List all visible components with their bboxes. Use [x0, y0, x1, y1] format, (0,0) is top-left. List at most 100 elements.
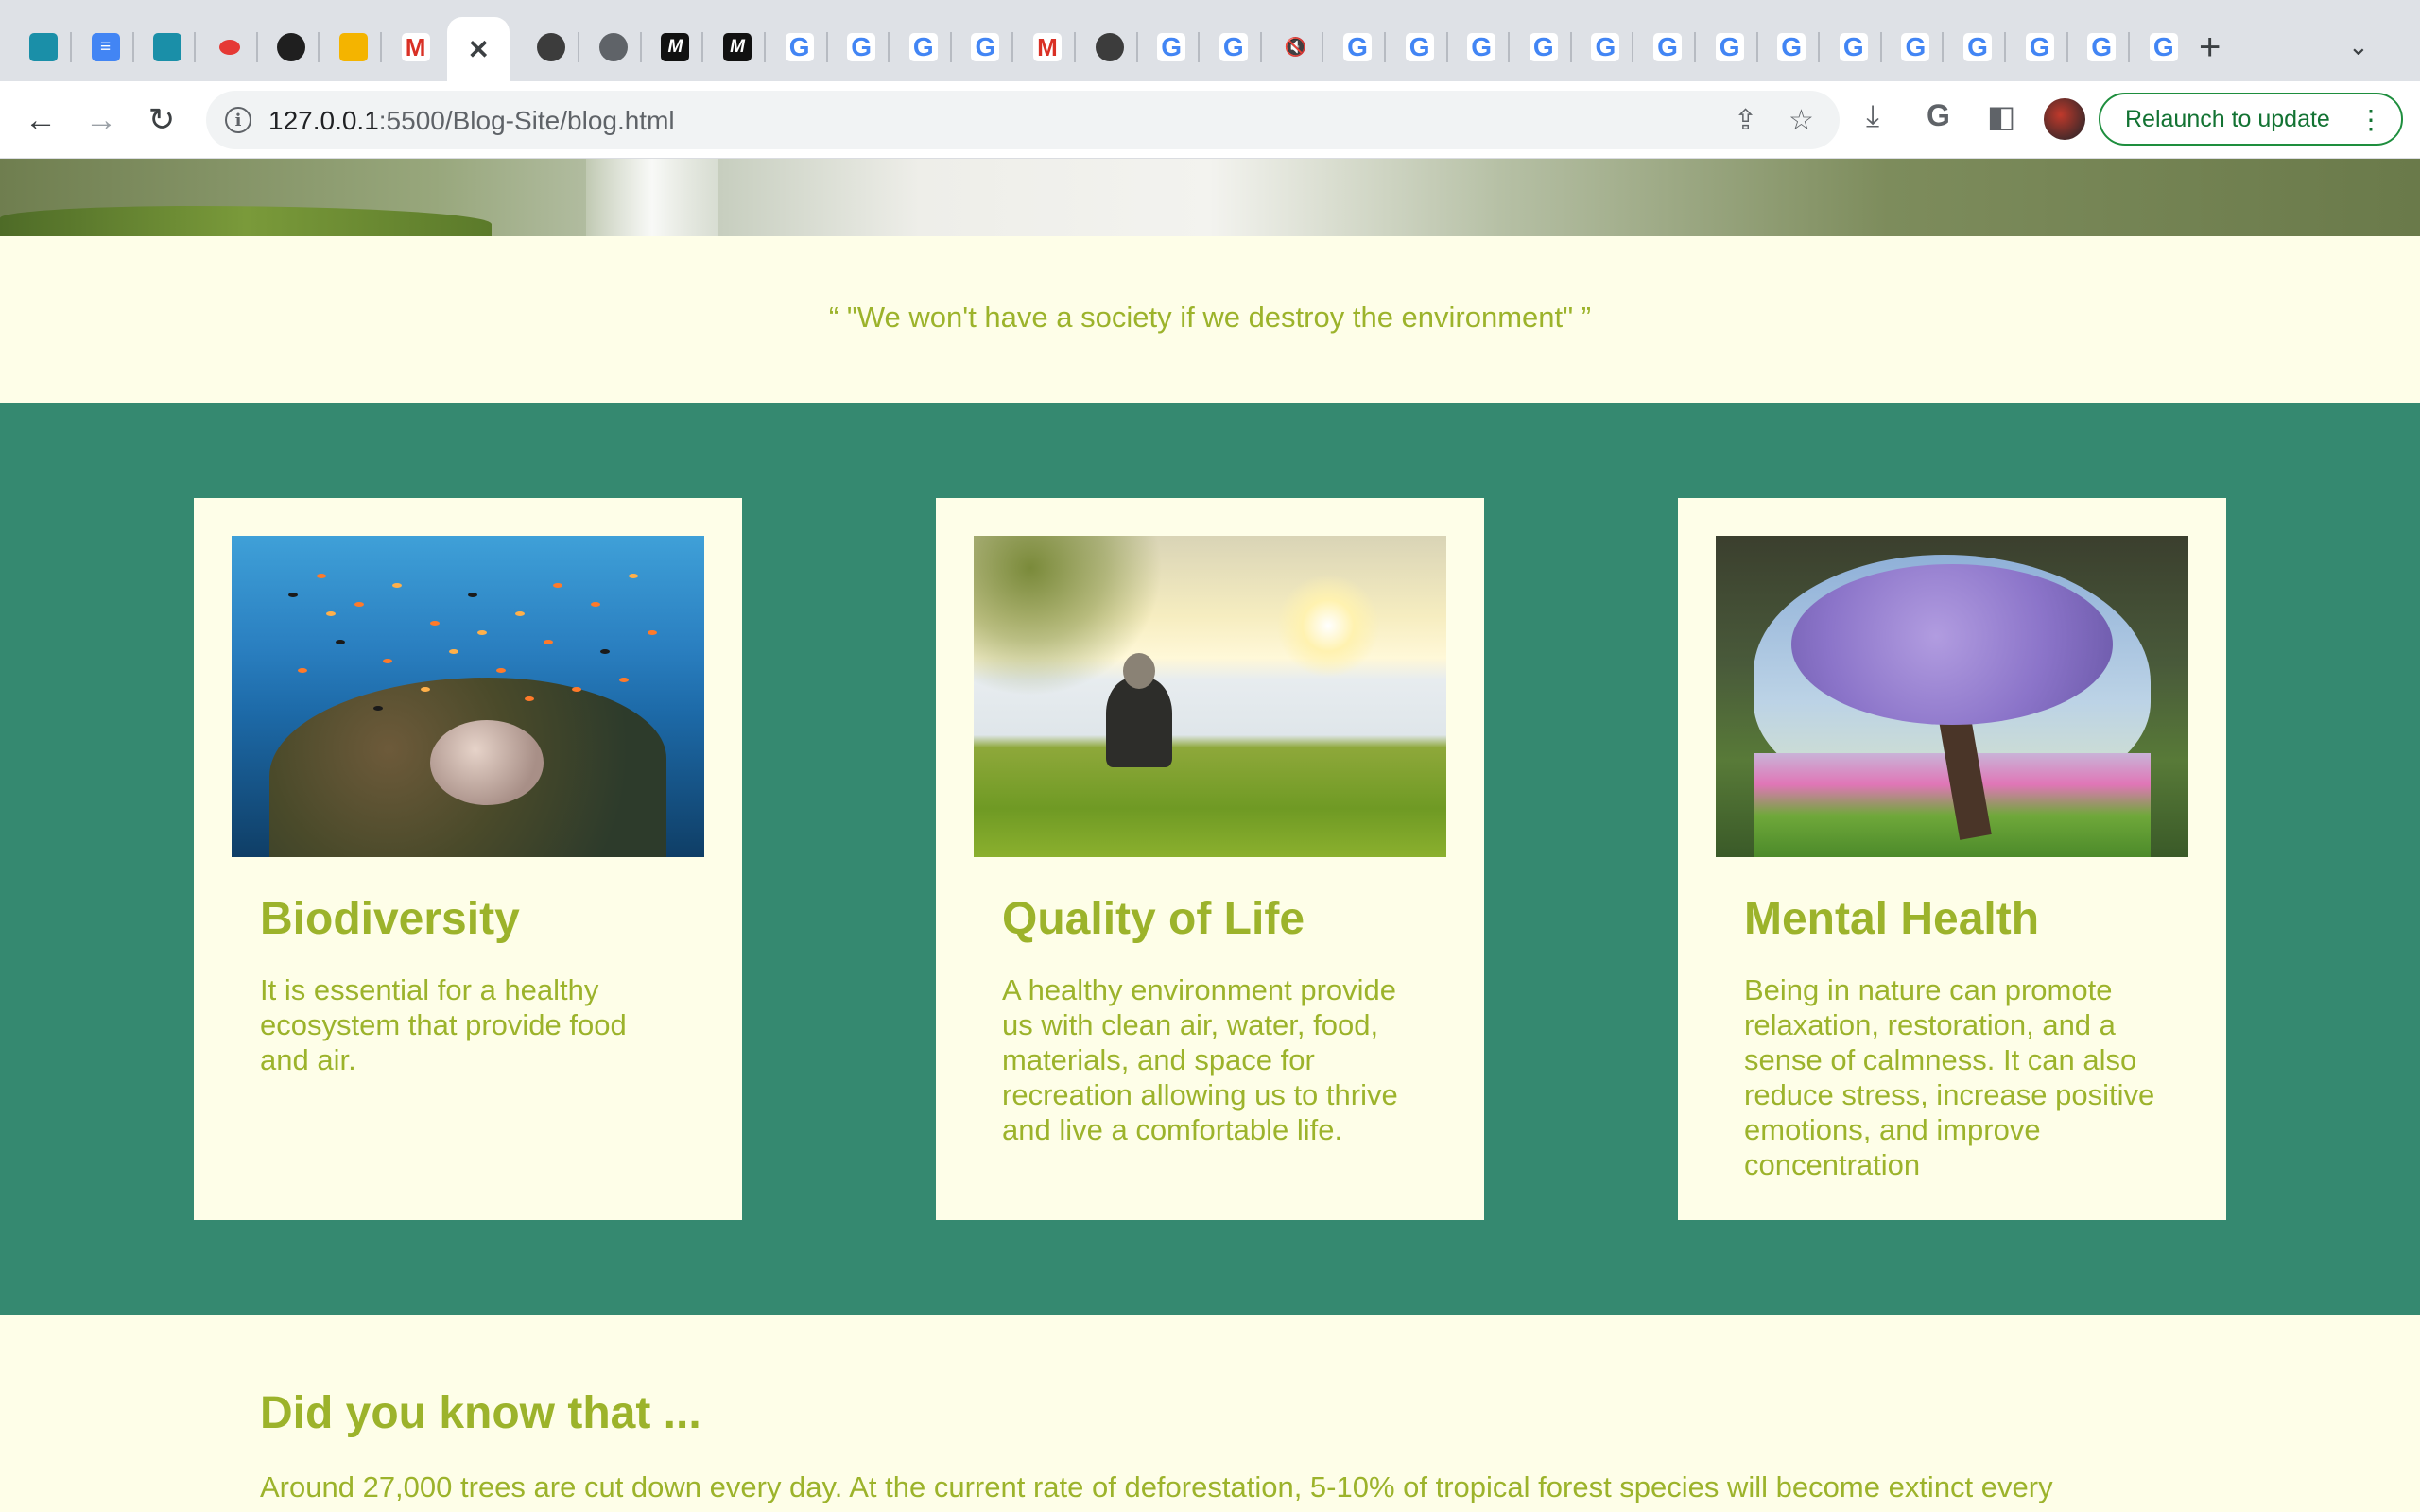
tab-separator: [1074, 32, 1076, 62]
browser-tab[interactable]: [25, 26, 62, 68]
google-icon: G: [2087, 32, 2117, 61]
google-icon: G: [1467, 32, 1496, 61]
tab-separator: [1011, 32, 1014, 62]
browser-tab[interactable]: [148, 26, 186, 68]
forward-button[interactable]: →: [81, 100, 121, 140]
browser-tab[interactable]: M: [718, 26, 756, 68]
chrome-menu-icon[interactable]: ⋮: [2358, 104, 2384, 135]
contacts-icon: [153, 33, 182, 61]
browser-tab[interactable]: G: [1835, 26, 1873, 68]
did-you-know-heading: Did you know that ...: [260, 1388, 701, 1438]
browser-tab[interactable]: M: [1028, 26, 1066, 68]
browser-tab[interactable]: G: [1152, 26, 1190, 68]
tab-search-chevron-icon[interactable]: ⌄: [2348, 32, 2369, 61]
globe-icon: [598, 33, 628, 61]
new-tab-button[interactable]: +: [2199, 28, 2221, 66]
fish-graphic: [496, 668, 506, 673]
browser-tab[interactable]: G: [1339, 26, 1376, 68]
chrome-icon: [1095, 33, 1124, 61]
site-info-icon[interactable]: i: [225, 107, 251, 133]
browser-tab[interactable]: G: [1772, 26, 1810, 68]
browser-tab[interactable]: G: [1711, 26, 1749, 68]
tab-separator: [1445, 32, 1448, 62]
google-lens-icon[interactable]: G: [1927, 98, 1950, 133]
browser-tab[interactable]: G: [2145, 26, 2183, 68]
browser-tab[interactable]: G: [842, 26, 880, 68]
browser-tab[interactable]: 🔇: [1276, 26, 1314, 68]
browser-tab[interactable]: G: [2083, 26, 2120, 68]
browser-tab[interactable]: G: [1896, 26, 1934, 68]
browser-tab[interactable]: ≡: [87, 26, 125, 68]
m-logo-icon: M: [723, 33, 752, 61]
download-icon[interactable]: ⤓: [1866, 98, 1879, 134]
fish-graphic: [648, 630, 657, 635]
address-host: 127.0.0.1: [268, 106, 379, 135]
browser-tab[interactable]: G: [1586, 26, 1624, 68]
fish-graphic: [326, 611, 336, 616]
purple-tree-crown-graphic: [1791, 564, 2113, 725]
tab-separator: [1942, 32, 1945, 62]
quote-text: “ "We won't have a society if we destroy…: [828, 301, 1592, 334]
browser-tab[interactable]: G: [1215, 26, 1253, 68]
fish-graphic: [354, 602, 364, 607]
reload-button[interactable]: ↻: [142, 100, 182, 140]
browser-tab[interactable]: [272, 26, 310, 68]
browser-tab[interactable]: [1091, 26, 1129, 68]
google-icon: G: [785, 32, 814, 61]
did-you-know-text: Around 27,000 trees are cut down every d…: [260, 1470, 2053, 1503]
browser-tab[interactable]: [211, 26, 249, 68]
google-icon: G: [1653, 32, 1682, 61]
google-icon: G: [2149, 32, 2178, 61]
tab-separator: [318, 32, 320, 62]
fish-graphic: [392, 583, 402, 588]
browser-tab[interactable]: [335, 26, 372, 68]
card-title: Quality of Life: [1002, 894, 1305, 944]
browser-tab[interactable]: G: [2021, 26, 2059, 68]
tab-separator: [1198, 32, 1201, 62]
gmail-icon: M: [1033, 33, 1062, 61]
address-url[interactable]: 127.0.0.1:5500/Blog-Site/blog.html: [268, 106, 675, 136]
tab-separator: [764, 32, 766, 62]
record-dot: [218, 40, 240, 55]
tab-separator: [1259, 32, 1262, 62]
browser-tab[interactable]: G: [1959, 26, 1996, 68]
tab-separator: [2004, 32, 2006, 62]
address-bar[interactable]: i 127.0.0.1:5500/Blog-Site/blog.html ⇪ ☆: [206, 91, 1840, 149]
relaunch-to-update-button[interactable]: Relaunch to update ⋮: [2099, 93, 2403, 146]
fish-graphic: [515, 611, 525, 616]
contacts-icon: [29, 33, 58, 61]
tab-separator: [888, 32, 890, 62]
browser-tab[interactable]: M: [397, 26, 435, 68]
google-icon: G: [1343, 32, 1372, 61]
tab-separator: [2066, 32, 2068, 62]
bookmark-star-icon[interactable]: ☆: [1789, 104, 1814, 137]
tab-separator: [131, 32, 134, 62]
browser-tab[interactable]: G: [1525, 26, 1563, 68]
browser-tab[interactable]: G: [1649, 26, 1686, 68]
browser-tab[interactable]: G: [1462, 26, 1500, 68]
side-panel-icon[interactable]: ◧: [1987, 98, 2015, 134]
google-icon: G: [1777, 32, 1806, 61]
tab-separator: [701, 32, 704, 62]
fish-graphic: [572, 687, 581, 692]
hero-banner-image: [0, 159, 2420, 236]
close-icon[interactable]: ✕: [464, 35, 493, 64]
google-icon: G: [2025, 32, 2054, 61]
browser-tab[interactable]: G: [966, 26, 1004, 68]
browser-tab[interactable]: G: [781, 26, 819, 68]
fish-graphic: [591, 602, 600, 607]
browser-tab[interactable]: [595, 26, 632, 68]
browser-tab[interactable]: [532, 26, 570, 68]
back-button[interactable]: ←: [21, 100, 60, 140]
sun-graphic: [1276, 574, 1380, 678]
card-body: It is essential for a healthy ecosystem …: [260, 973, 627, 1076]
browser-tab[interactable]: ✕: [447, 17, 510, 81]
chrome-icon: [537, 33, 566, 61]
share-icon[interactable]: ⇪: [1734, 104, 1757, 137]
fish-graphic: [553, 583, 562, 588]
browser-tab[interactable]: G: [1401, 26, 1439, 68]
browser-tab[interactable]: M: [656, 26, 694, 68]
browser-tab[interactable]: G: [905, 26, 942, 68]
tab-strip: ≡ M ✕ M M G G G G M G G 🔇 G G G G G G G G G G G G G G: [0, 0, 2420, 81]
profile-avatar[interactable]: [2044, 98, 2085, 140]
